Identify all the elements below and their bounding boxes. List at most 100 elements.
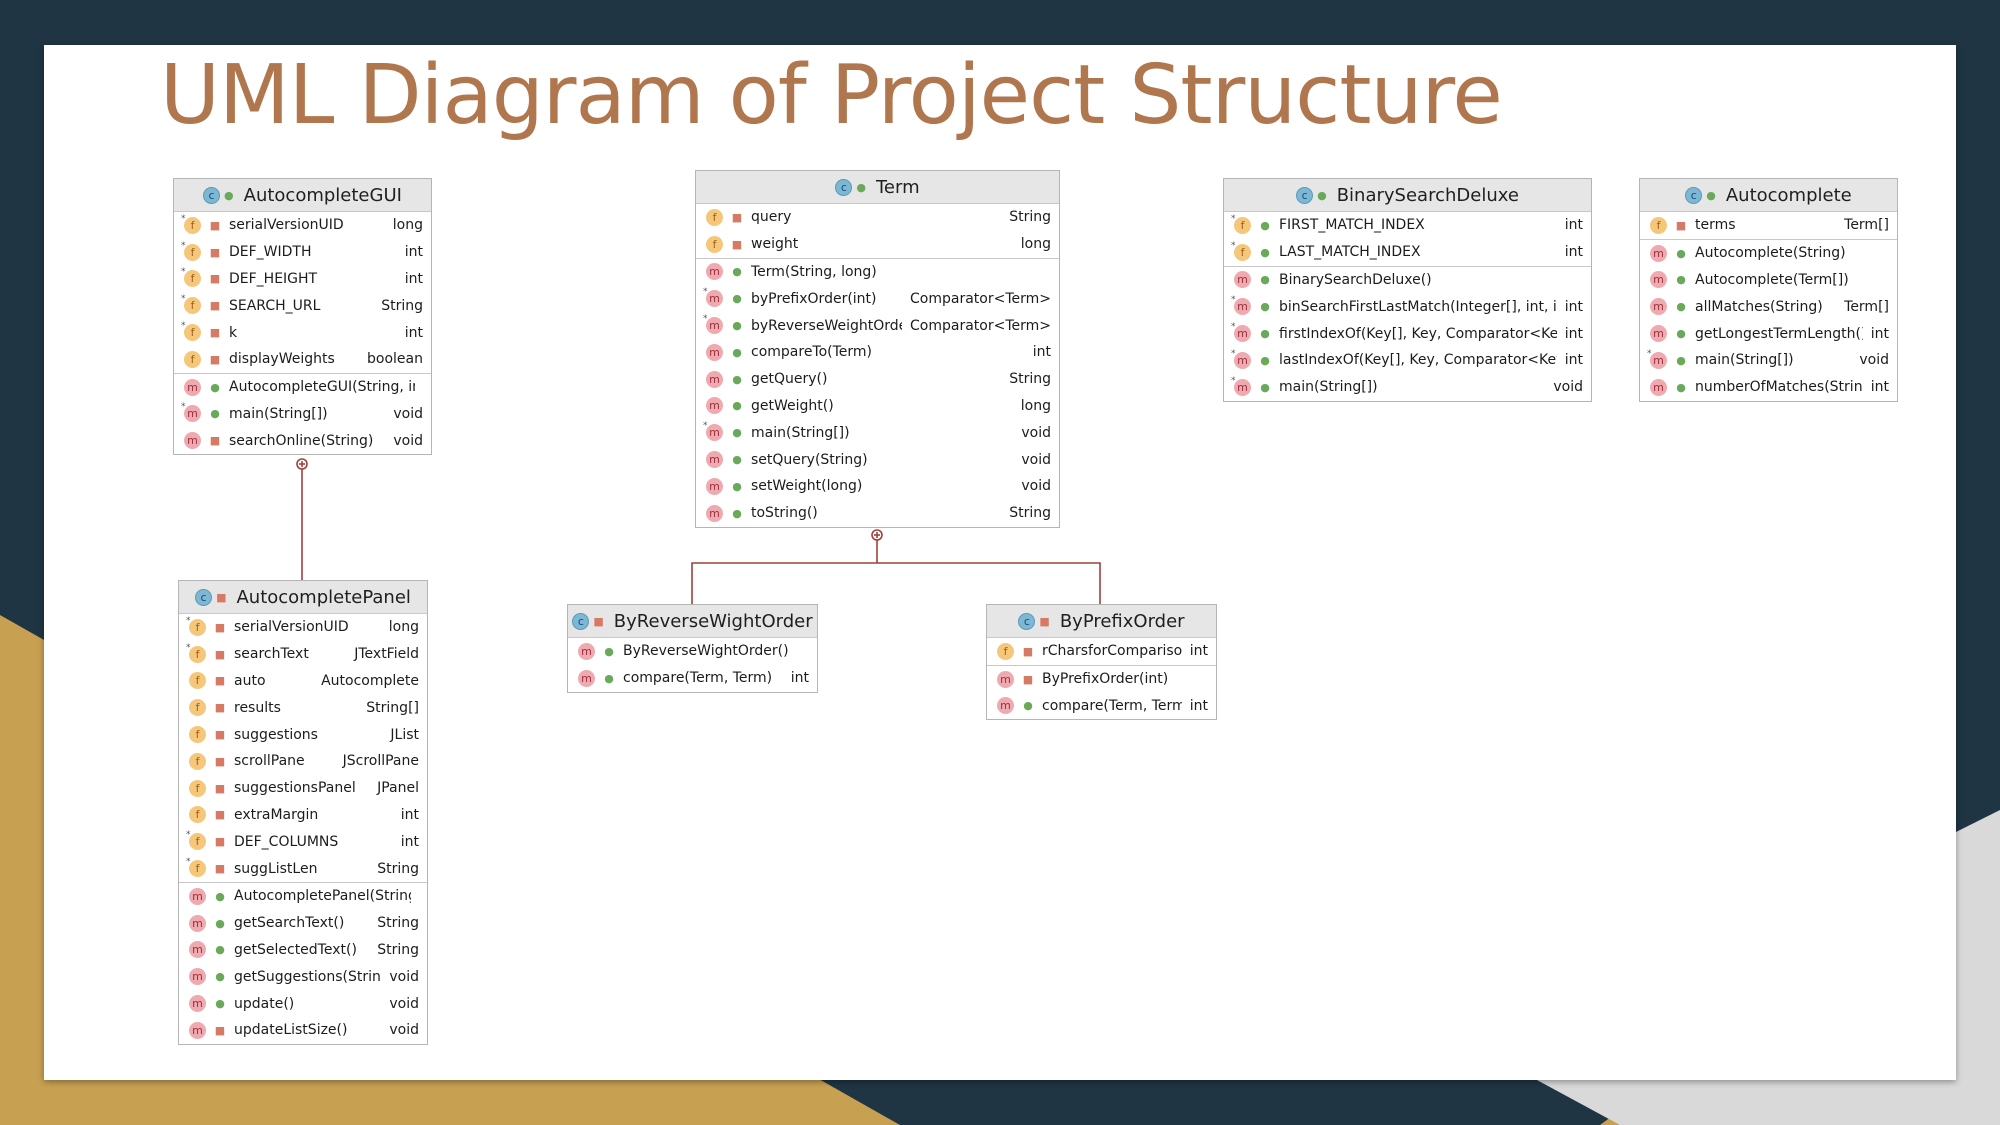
- field-row[interactable]: f ■ query String: [696, 204, 1059, 231]
- return-type: void: [1021, 424, 1051, 441]
- method-row[interactable]: m * ● byPrefixOrder(int) Comparator<Term>: [696, 285, 1059, 312]
- method-row[interactable]: m ● Autocomplete(Term[]): [1640, 267, 1897, 294]
- unlock-icon: ●: [1676, 380, 1686, 394]
- lock-icon: ■: [214, 862, 226, 876]
- class-by-prefix-order[interactable]: c ■ ByPrefixOrder f ■ rCharsforComparison int m…: [986, 604, 1217, 721]
- class-header[interactable]: c ● BinarySearchDeluxe: [1224, 179, 1591, 212]
- field-row[interactable]: f * ● LAST_MATCH_INDEX int: [1224, 239, 1591, 266]
- method-name: updateListSize(): [234, 1022, 348, 1039]
- method-row[interactable]: m * ● binSearchFirstLastMatch(Integer[], in…: [1224, 293, 1591, 320]
- method-row[interactable]: m ● AutocompletePanel(String): [179, 881, 427, 910]
- field-row[interactable]: f * ■ k int: [174, 319, 431, 346]
- field-row[interactable]: f ■ results String[]: [179, 694, 427, 721]
- field-row[interactable]: f * ● FIRST_MATCH_INDEX int: [1224, 212, 1591, 239]
- field-type: int: [400, 833, 419, 850]
- lock-icon: ■: [1022, 644, 1034, 658]
- field-row[interactable]: f ■ extraMargin int: [179, 802, 427, 829]
- field-row[interactable]: f ■ displayWeights boolean: [174, 346, 431, 373]
- field-row[interactable]: f * ■ suggListLen String: [179, 855, 427, 882]
- field-row[interactable]: f ■ auto Autocomplete: [179, 668, 427, 695]
- field-icon: f *: [181, 294, 201, 315]
- field-name: rCharsforComparison: [1042, 643, 1182, 660]
- class-autocomplete[interactable]: c ● Autocomplete f ■ terms Term[] m ● Autocomplet…: [1639, 178, 1898, 402]
- field-row[interactable]: f * ■ DEF_HEIGHT int: [174, 266, 431, 293]
- class-by-reverse-wight-order[interactable]: c ■ ByReverseWightOrder m ● ByReverseWightOrd…: [567, 604, 818, 693]
- field-row[interactable]: f ■ weight long: [696, 231, 1059, 258]
- method-icon: m *: [181, 402, 201, 423]
- field-name: serialVersionUID: [229, 217, 344, 234]
- method-row[interactable]: m ● toString() String: [696, 500, 1059, 527]
- class-term[interactable]: c ● Term f ■ query String f ■ weight long m ● Term(St…: [695, 170, 1060, 528]
- method-row[interactable]: m ■ ByPrefixOrder(int): [987, 664, 1216, 693]
- class-header[interactable]: c ● AutocompleteGUI: [174, 179, 431, 212]
- field-row[interactable]: f * ■ SEARCH_URL String: [174, 292, 431, 319]
- method-row[interactable]: m ● getWeight() long: [696, 393, 1059, 420]
- field-row[interactable]: f ■ terms Term[]: [1640, 212, 1897, 239]
- field-row[interactable]: f * ■ searchText JTextField: [179, 641, 427, 668]
- field-row[interactable]: f ■ suggestionsPanel JPanel: [179, 775, 427, 802]
- method-row[interactable]: m * ● main(String[]) void: [174, 401, 431, 428]
- method-row[interactable]: m * ● main(String[]) void: [1224, 374, 1591, 401]
- method-row[interactable]: m * ● main(String[]) void: [1640, 347, 1897, 374]
- method-row[interactable]: m ● getSuggestions(String) void: [179, 963, 427, 990]
- method-row[interactable]: m ● getQuery() String: [696, 366, 1059, 393]
- method-row[interactable]: m ● getSearchText() String: [179, 910, 427, 937]
- field-row[interactable]: f ■ rCharsforComparison int: [987, 638, 1216, 665]
- method-row[interactable]: m ● getLongestTermLength() int: [1640, 320, 1897, 347]
- method-row[interactable]: m ● compare(Term, Term) int: [987, 693, 1216, 720]
- method-row[interactable]: m ■ updateListSize() void: [179, 1017, 427, 1044]
- lock-icon: ■: [209, 299, 221, 313]
- field-icon: f *: [186, 616, 206, 636]
- class-header[interactable]: c ■ ByPrefixOrder: [987, 605, 1216, 638]
- method-icon: m: [189, 995, 206, 1013]
- method-row[interactable]: m ■ searchOnline(String) void: [174, 427, 431, 454]
- method-row[interactable]: m * ● firstIndexOf(Key[], Key, Comparator<K…: [1224, 320, 1591, 347]
- lock-icon: ■: [1022, 672, 1034, 686]
- method-row[interactable]: m * ● main(String[]) void: [696, 419, 1059, 446]
- method-row[interactable]: m ● numberOfMatches(String) int: [1640, 374, 1897, 401]
- method-row[interactable]: m ● setQuery(String) void: [696, 446, 1059, 473]
- return-type: void: [393, 432, 423, 449]
- class-header[interactable]: c ● Term: [696, 171, 1059, 204]
- lock-icon: ■: [209, 326, 221, 340]
- class-icon: c ●: [1685, 186, 1716, 204]
- method-row[interactable]: m ● AutocompleteGUI(String, int): [174, 372, 431, 401]
- method-row[interactable]: m ● compare(Term, Term) int: [568, 665, 817, 692]
- method-row[interactable]: m ● Autocomplete(String): [1640, 238, 1897, 267]
- field-row[interactable]: f * ■ DEF_WIDTH int: [174, 239, 431, 266]
- class-autocomplete-panel[interactable]: c ■ AutocompletePanel f * ■ serialVersionUID lo…: [178, 580, 428, 1045]
- method-icon: m: [184, 378, 201, 396]
- method-row[interactable]: m ● Term(String, long): [696, 257, 1059, 286]
- field-row[interactable]: f ■ suggestions JList: [179, 721, 427, 748]
- method-row[interactable]: m * ● lastIndexOf(Key[], Key, Comparator<Ke…: [1224, 347, 1591, 374]
- class-autocomplete-gui[interactable]: c ● AutocompleteGUI f * ■ serialVersionUID long…: [173, 178, 432, 456]
- class-header[interactable]: c ■ ByReverseWightOrder: [568, 605, 817, 638]
- method-row[interactable]: m ● update() void: [179, 990, 427, 1017]
- class-header[interactable]: c ● Autocomplete: [1640, 179, 1897, 212]
- return-type: void: [1021, 451, 1051, 468]
- method-row[interactable]: m ● BinarySearchDeluxe(): [1224, 265, 1591, 294]
- field-row[interactable]: f * ■ DEF_COLUMNS int: [179, 828, 427, 855]
- unlock-icon: ●: [1260, 353, 1270, 367]
- method-row[interactable]: m* ● byReverseWeightOrder() Comparator<Term…: [696, 312, 1059, 339]
- field-row[interactable]: f * ■ serialVersionUID long: [179, 614, 427, 641]
- method-row[interactable]: m ● ByReverseWightOrder(): [568, 638, 817, 665]
- method-row[interactable]: m ● compareTo(Term) int: [696, 339, 1059, 366]
- unlock-icon: ●: [1023, 699, 1033, 713]
- field-row[interactable]: f * ■ serialVersionUID long: [174, 212, 431, 239]
- field-row[interactable]: f ■ scrollPane JScrollPane: [179, 748, 427, 775]
- field-name: suggListLen: [234, 860, 318, 877]
- lock-icon: ■: [731, 237, 743, 251]
- field-name: terms: [1695, 217, 1736, 234]
- method-row[interactable]: m ● allMatches(String) Term[]: [1640, 293, 1897, 320]
- class-binary-search-deluxe[interactable]: c ● BinarySearchDeluxe f * ● FIRST_MATCH_INDEX…: [1223, 178, 1592, 402]
- class-header[interactable]: c ■ AutocompletePanel: [179, 581, 427, 614]
- method-icon: m: [706, 504, 723, 522]
- unlock-icon: ●: [732, 319, 742, 333]
- method-name: byPrefixOrder(int): [751, 290, 877, 307]
- method-row[interactable]: m ● getSelectedText() String: [179, 937, 427, 964]
- method-row[interactable]: m ● setWeight(long) void: [696, 473, 1059, 500]
- method-name: getWeight(): [751, 397, 834, 414]
- method-name: Autocomplete(Term[]): [1695, 271, 1849, 288]
- lock-icon: ■: [214, 808, 226, 822]
